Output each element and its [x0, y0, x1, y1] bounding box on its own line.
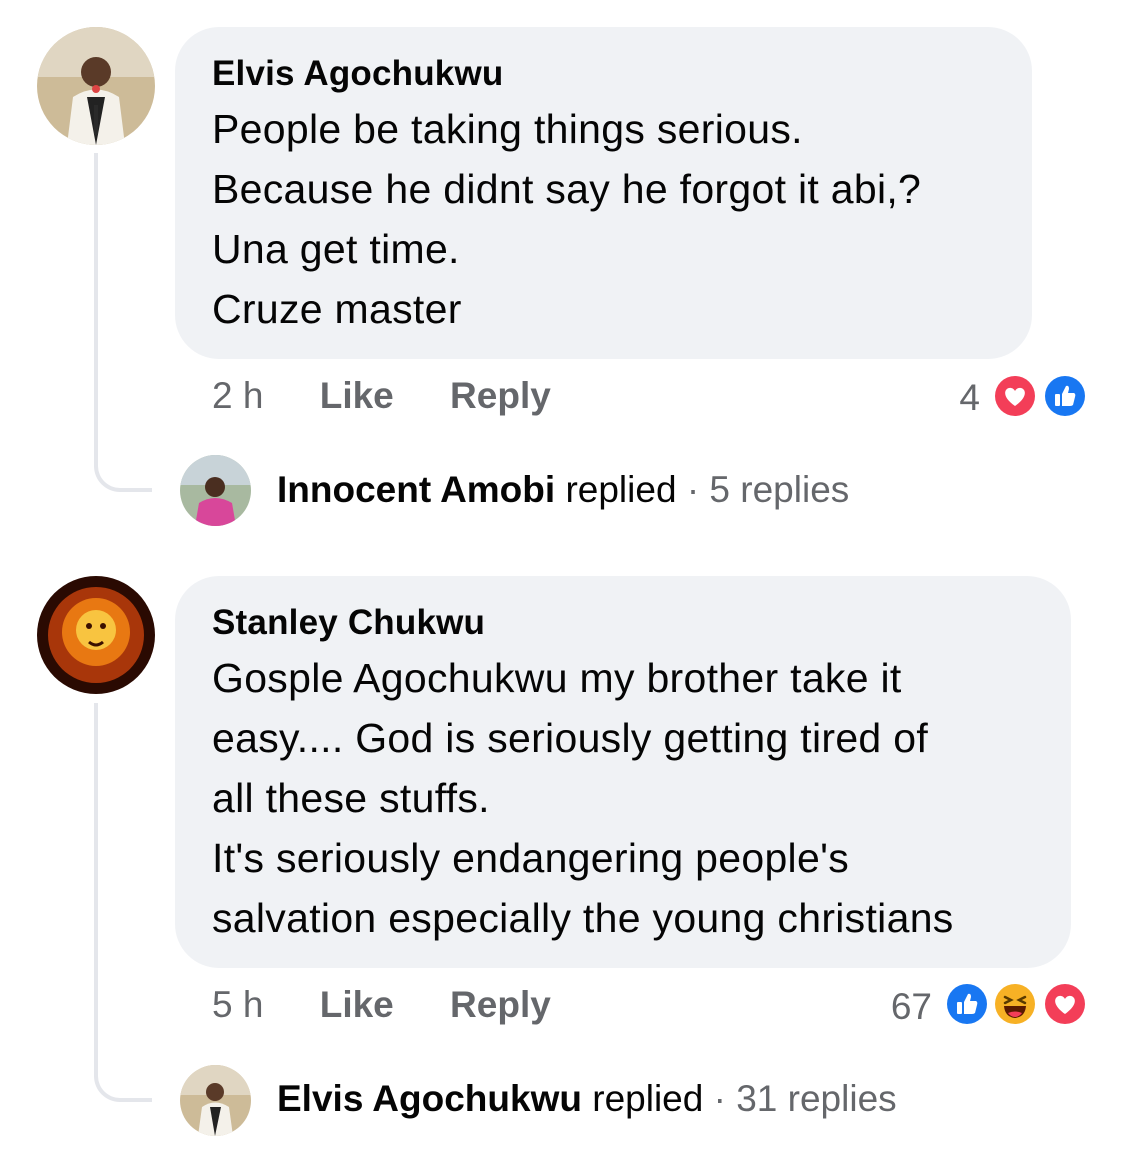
replier-name[interactable]: Innocent Amobi	[277, 469, 555, 510]
haha-icon[interactable]	[992, 981, 1038, 1027]
comment-text-line: Una get time.	[212, 226, 460, 272]
avatar-stanley-chukwu[interactable]	[37, 576, 155, 694]
thread-line	[94, 703, 98, 1023]
like-button[interactable]: Like	[320, 984, 394, 1025]
comment-bubble: Elvis Agochukwu People be taking things …	[175, 27, 1032, 359]
reply-button[interactable]: Reply	[450, 375, 551, 416]
reaction-count[interactable]: 67	[870, 985, 932, 1029]
comment-bubble: Stanley Chukwu Gosple Agochukwu my broth…	[175, 576, 1071, 968]
comment-text-line: It's seriously endangering people's	[212, 835, 849, 881]
comment-text-line: Gosple Agochukwu my brother take it	[212, 655, 902, 701]
avatar-elvis-agochukwu[interactable]	[180, 1065, 251, 1136]
avatar-elvis-agochukwu[interactable]	[37, 27, 155, 145]
love-icon[interactable]	[1042, 981, 1088, 1027]
replied-label: replied	[565, 469, 677, 510]
like-icon[interactable]	[944, 981, 990, 1027]
comment-text-line: all these stuffs.	[212, 775, 490, 821]
like-button[interactable]: Like	[320, 375, 394, 416]
comment-text-line: People be taking things serious.	[212, 106, 803, 152]
comment-timestamp[interactable]: 2 h	[212, 375, 263, 416]
view-replies-link[interactable]: Elvis Agochukwu replied · 31 replies	[277, 1077, 897, 1121]
thread-connector	[94, 410, 152, 492]
separator-dot: ·	[686, 469, 700, 510]
comment-meta: 2 h Like Reply	[212, 374, 551, 418]
comment-text-line: Cruze master	[212, 286, 462, 332]
comment-text-line: Because he didnt say he forgot it abi,?	[212, 166, 922, 212]
comment-timestamp[interactable]: 5 h	[212, 984, 263, 1025]
avatar-innocent-amobi[interactable]	[180, 455, 251, 526]
comment-text-line: easy.... God is seriously getting tired …	[212, 715, 929, 761]
replies-count[interactable]: 31 replies	[736, 1078, 896, 1119]
reply-button[interactable]: Reply	[450, 984, 551, 1025]
like-icon[interactable]	[1042, 373, 1088, 419]
love-icon[interactable]	[992, 373, 1038, 419]
replier-name[interactable]: Elvis Agochukwu	[277, 1078, 582, 1119]
comment-text-line: salvation especially the young christian…	[212, 895, 954, 941]
comment-meta: 5 h Like Reply	[212, 983, 551, 1027]
reaction-count[interactable]: 4	[930, 376, 980, 420]
replies-count[interactable]: 5 replies	[709, 469, 849, 510]
comment-author[interactable]: Stanley Chukwu	[212, 602, 1035, 644]
view-replies-link[interactable]: Innocent Amobi replied · 5 replies	[277, 468, 849, 512]
replied-label: replied	[592, 1078, 704, 1119]
thread-line	[94, 153, 98, 413]
comment-author[interactable]: Elvis Agochukwu	[212, 53, 996, 95]
separator-dot: ·	[713, 1078, 726, 1119]
thread-connector	[94, 1020, 152, 1102]
